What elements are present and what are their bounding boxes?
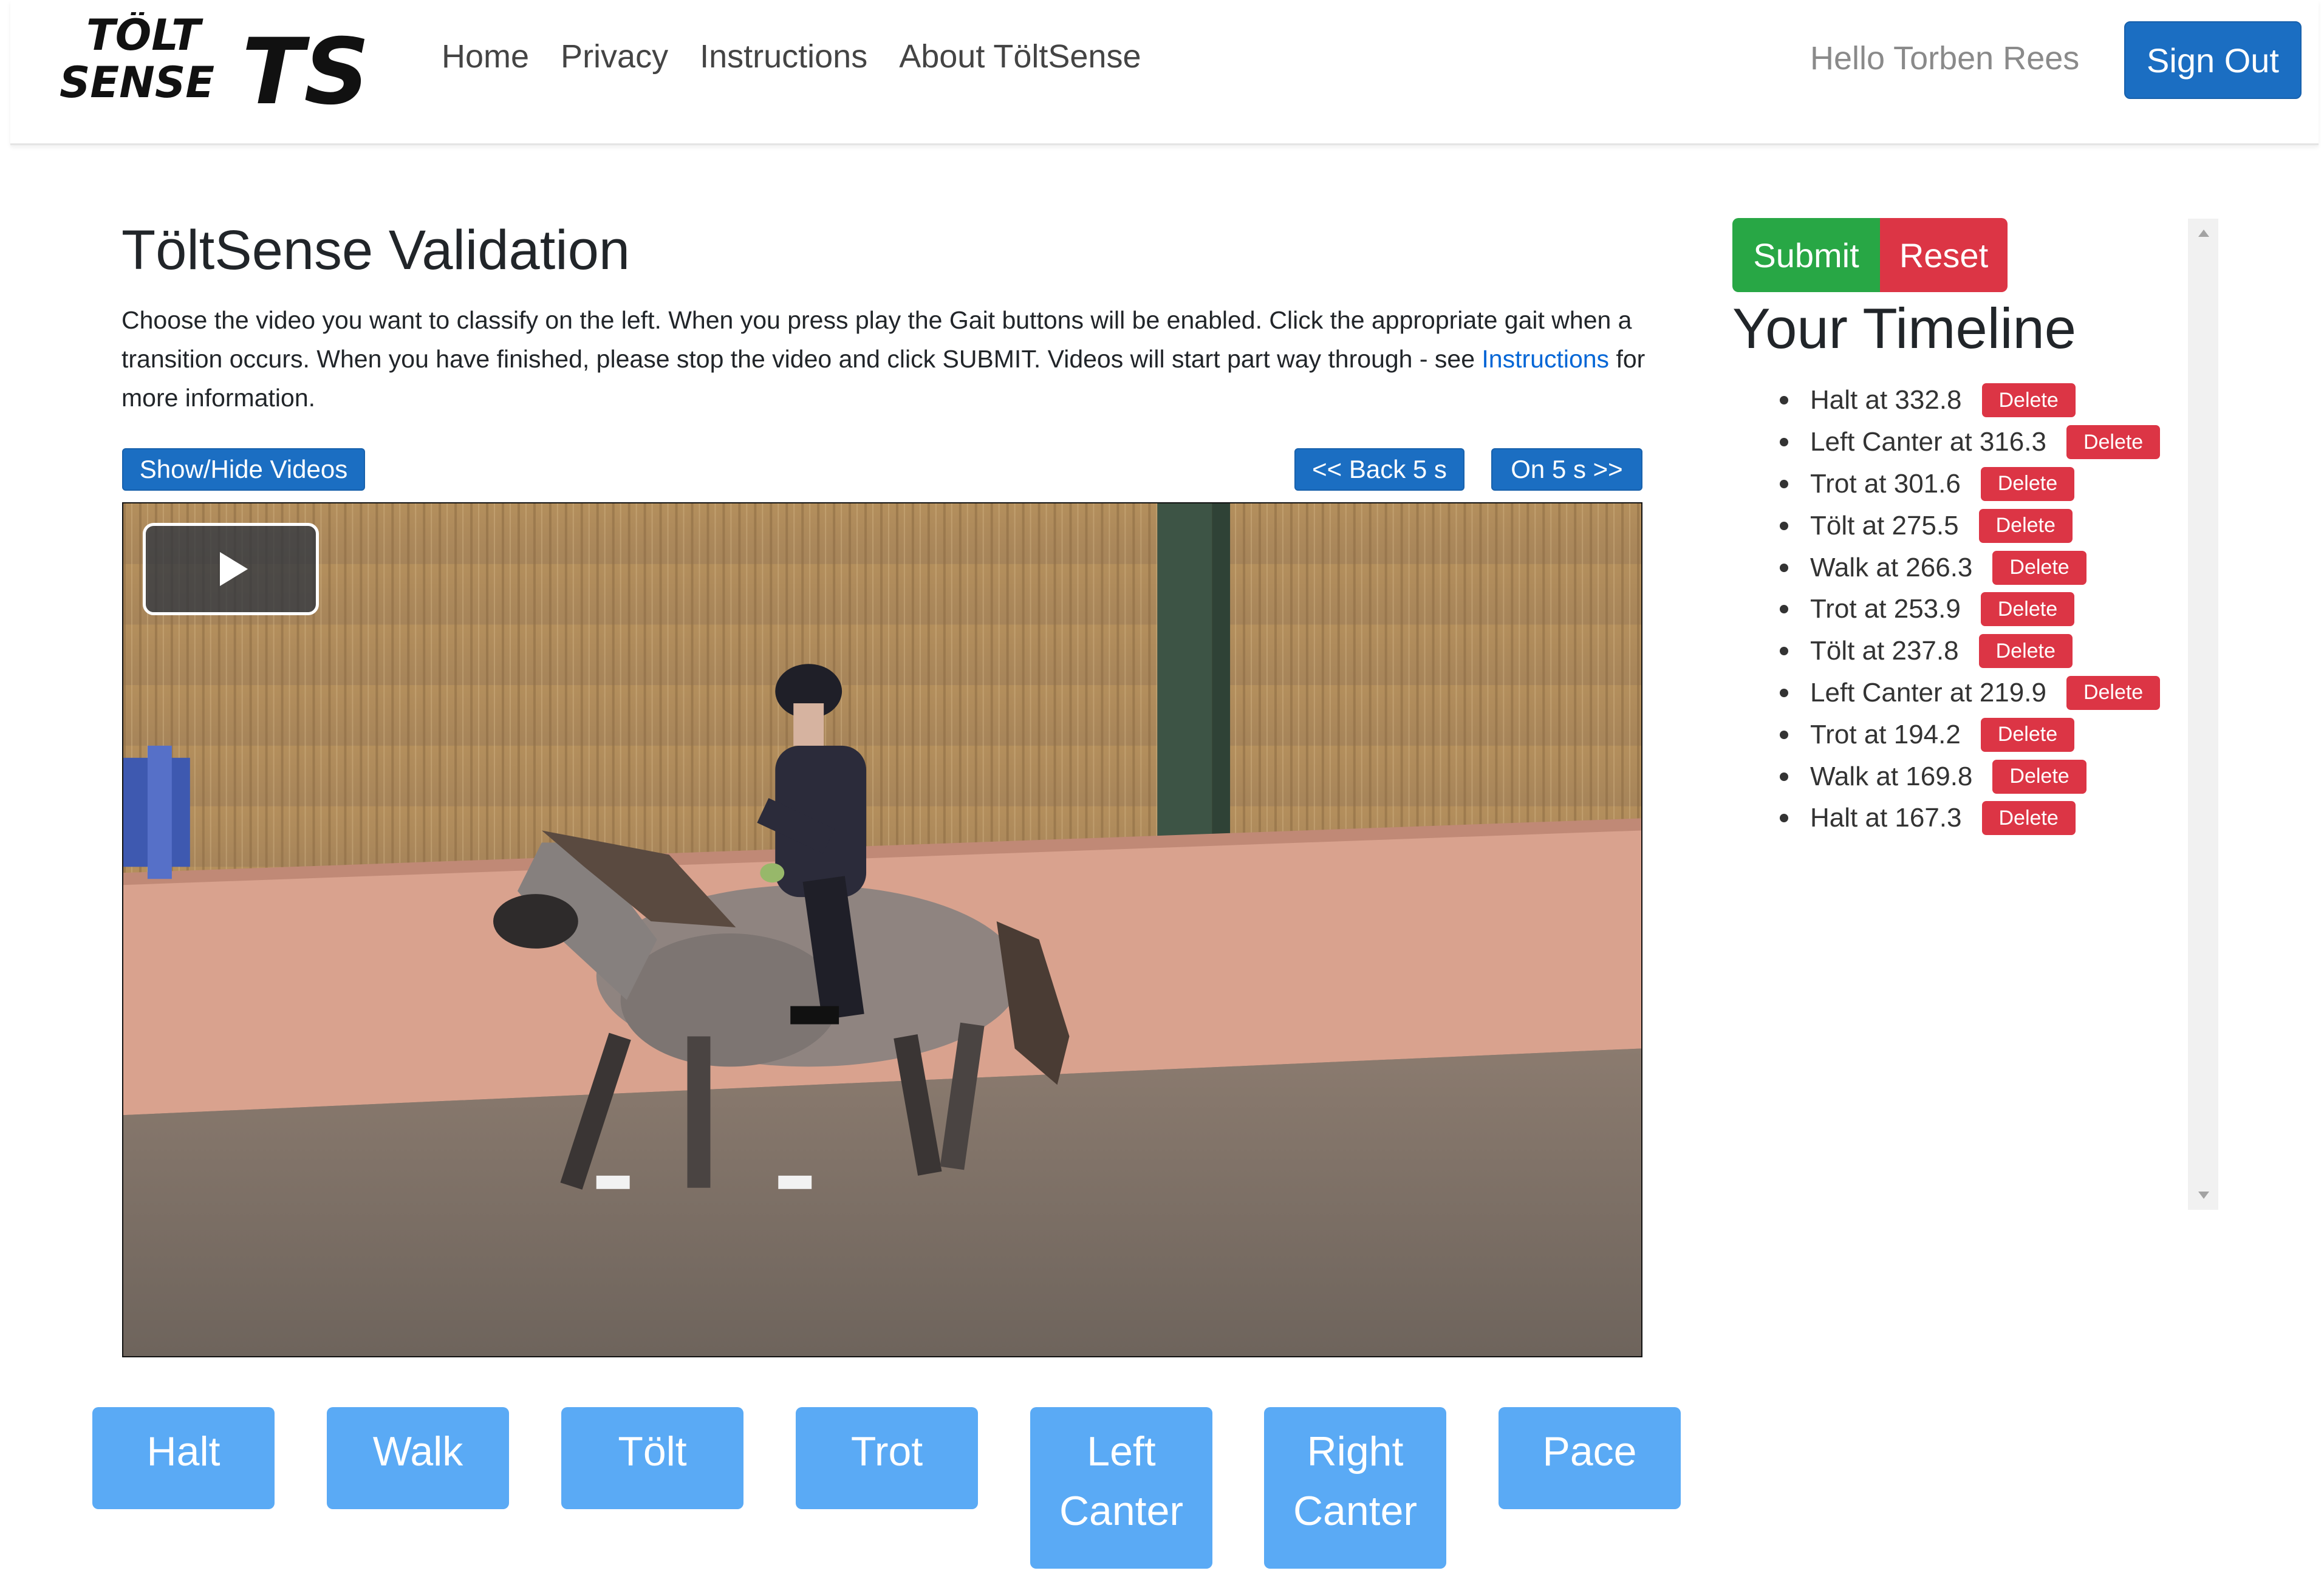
gait-button-trot[interactable]: Trot (796, 1407, 978, 1509)
gait-label: Trot (850, 1428, 923, 1475)
delete-button[interactable]: Delete (1981, 801, 2076, 836)
logo-line1: TÖLT (86, 12, 203, 60)
timeline-item: Walk at 169.8 Delete (1780, 755, 2160, 797)
top-navbar: TÖLT SENSE TS Home Privacy Instructions … (10, 0, 2319, 145)
gait-label: Tölt (618, 1428, 687, 1475)
toltsense-logo[interactable]: TÖLT SENSE TS (56, 10, 384, 125)
forward-5s-button[interactable]: On 5 s >> (1491, 448, 1642, 491)
delete-button[interactable]: Delete (1978, 508, 2073, 543)
timeline-item: Trot at 253.9 Delete (1780, 588, 2160, 630)
intro-paragraph: Choose the video you want to classify on… (121, 301, 1652, 417)
nav-home[interactable]: Home (442, 38, 529, 75)
bullet (1780, 479, 1788, 488)
timeline-item: Tölt at 237.8 Delete (1780, 630, 2160, 672)
gait-label: Pace (1542, 1428, 1637, 1475)
timeline-scrollbar[interactable] (2188, 219, 2218, 1210)
timeline-entry: Tölt at 275.5 (1810, 510, 1959, 541)
bullet (1780, 772, 1788, 781)
logo-mark: TS (242, 19, 369, 120)
gait-label-line1: Left (1087, 1428, 1156, 1475)
bullet (1780, 396, 1788, 405)
delete-button[interactable]: Delete (1992, 759, 2086, 794)
video-player[interactable] (122, 502, 1642, 1357)
timeline-item: Walk at 266.3 Delete (1780, 547, 2160, 588)
submit-button[interactable]: Submit (1732, 218, 1880, 292)
timeline-item: Left Canter at 219.9 Delete (1780, 672, 2161, 714)
bullet (1780, 438, 1788, 447)
bullet (1780, 521, 1788, 530)
gait-label: Walk (372, 1428, 463, 1475)
reset-button[interactable]: Reset (1880, 218, 2008, 292)
timeline-item: Tölt at 275.5 Delete (1780, 505, 2160, 547)
timeline-entry: Trot at 194.2 (1810, 719, 1961, 749)
timeline-entry: Left Canter at 219.9 (1810, 677, 2046, 708)
delete-button[interactable]: Delete (2066, 425, 2161, 460)
bullet (1780, 814, 1788, 823)
bullet (1780, 605, 1788, 614)
scroll-up-arrow-icon[interactable] (2198, 230, 2209, 237)
scroll-down-arrow-icon[interactable] (2198, 1192, 2209, 1199)
delete-button[interactable]: Delete (1980, 592, 2075, 627)
timeline-item: Halt at 332.8 Delete (1780, 380, 2160, 421)
play-icon (220, 552, 248, 586)
delete-button[interactable]: Delete (1978, 634, 2073, 669)
show-hide-videos-button[interactable]: Show/Hide Videos (122, 448, 365, 491)
back-5s-button[interactable]: << Back 5 s (1294, 448, 1464, 491)
timeline-entry: Walk at 169.8 (1810, 761, 1973, 791)
timeline-entry: Halt at 167.3 (1810, 803, 1962, 833)
timeline-entry: Tölt at 237.8 (1810, 636, 1959, 666)
gait-button-right-canter[interactable]: Right Canter (1264, 1407, 1446, 1569)
delete-button[interactable]: Delete (1981, 383, 2076, 418)
intro-text: Choose the video you want to classify on… (121, 306, 1632, 373)
timeline-entry: Walk at 266.3 (1810, 552, 1973, 582)
delete-button[interactable]: Delete (1992, 550, 2086, 585)
logo-line2: SENSE (60, 58, 214, 107)
bullet (1780, 647, 1788, 656)
gait-label: Halt (146, 1428, 220, 1475)
delete-button[interactable]: Delete (1980, 717, 2075, 752)
gait-button-tolt[interactable]: Tölt (561, 1407, 743, 1509)
timeline-list: Halt at 332.8 Delete Left Canter at 316.3… (1780, 380, 2161, 839)
bullet (1780, 563, 1788, 572)
gait-button-left-canter[interactable]: Left Canter (1030, 1407, 1212, 1569)
nav-privacy[interactable]: Privacy (561, 38, 668, 75)
delete-button[interactable]: Delete (1980, 466, 2075, 501)
video-frame (123, 503, 1641, 1356)
gait-button-halt[interactable]: Halt (92, 1407, 275, 1509)
gait-label-line2: Canter (1293, 1488, 1418, 1534)
play-button[interactable] (143, 523, 319, 615)
nav-about[interactable]: About TöltSense (899, 38, 1141, 75)
timeline-item: Halt at 167.3 Delete (1780, 797, 2160, 839)
page-title: TöltSense Validation (121, 219, 631, 281)
timeline-entry: Trot at 253.9 (1810, 594, 1961, 624)
nav-links: Home Privacy Instructions About TöltSens… (442, 38, 1141, 75)
timeline-title: Your Timeline (1732, 296, 2077, 360)
timeline-entry: Left Canter at 316.3 (1810, 427, 2046, 457)
user-greeting[interactable]: Hello Torben Rees (1810, 39, 2079, 77)
nav-instructions[interactable]: Instructions (700, 38, 867, 75)
bullet (1780, 688, 1788, 697)
gait-button-pace[interactable]: Pace (1499, 1407, 1681, 1509)
timeline-item: Trot at 194.2 Delete (1780, 714, 2160, 755)
sign-out-button[interactable]: Sign Out (2124, 21, 2302, 99)
bullet (1780, 730, 1788, 739)
timeline-item: Trot at 301.6 Delete (1780, 463, 2160, 505)
gait-label-line2: Canter (1059, 1488, 1184, 1534)
timeline-entry: Halt at 332.8 (1810, 385, 1962, 415)
delete-button[interactable]: Delete (2066, 675, 2161, 710)
timeline-entry: Trot at 301.6 (1810, 468, 1961, 499)
instructions-link[interactable]: Instructions (1482, 345, 1609, 373)
gait-label-line1: Right (1307, 1428, 1404, 1475)
gait-button-walk[interactable]: Walk (327, 1407, 509, 1509)
timeline-item: Left Canter at 316.3 Delete (1780, 421, 2161, 463)
